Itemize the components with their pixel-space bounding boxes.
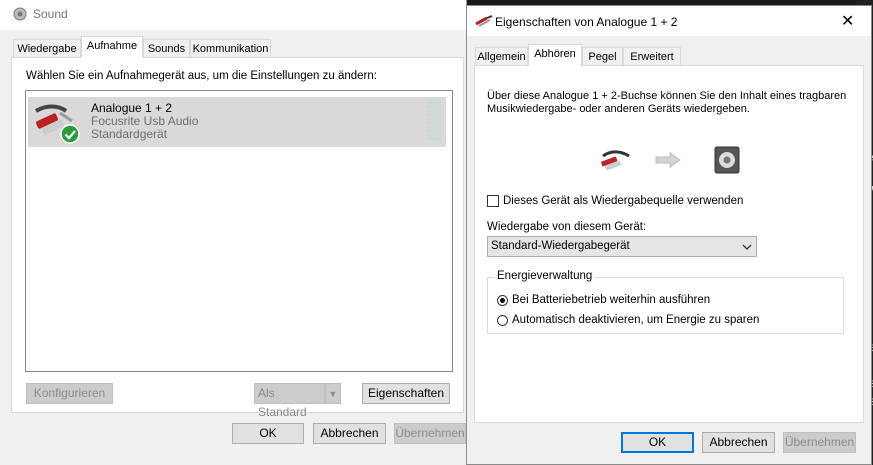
tab-allgemein[interactable]: Allgemein — [475, 47, 528, 66]
properties-window: Eigenschaften von Analogue 1 + 2 ✕ Allge… — [466, 5, 872, 465]
apply-button[interactable]: Übernehmen — [783, 432, 856, 453]
properties-titlebar[interactable]: Eigenschaften von Analogue 1 + 2 ✕ — [467, 6, 871, 36]
cable-icon — [475, 15, 493, 27]
power-group-label: Energieverwaltung — [494, 270, 596, 282]
speaker-icon — [13, 7, 27, 21]
window-title: Sound — [33, 7, 68, 21]
radio-auto-disable[interactable] — [497, 315, 508, 326]
device-list[interactable]: Analogue 1 + 2 Focusrite Usb Audio Stand… — [25, 90, 453, 372]
configure-button[interactable]: Konfigurieren — [26, 383, 113, 404]
ok-button[interactable]: OK — [232, 423, 304, 444]
level-meter — [427, 101, 441, 141]
use-as-playback-checkbox[interactable] — [487, 195, 499, 207]
cable-icon — [599, 148, 633, 171]
sound-titlebar[interactable]: Sound — [0, 0, 466, 30]
device-name: Analogue 1 + 2 — [91, 101, 173, 115]
device-status: Standardgerät — [91, 127, 168, 141]
chevron-down-icon: ▼ — [328, 389, 338, 399]
device-driver: Focusrite Usb Audio — [91, 114, 199, 128]
radio-keep-running-label: Bei Batteriebetrieb weiterhin ausführen — [512, 294, 711, 306]
close-icon[interactable]: ✕ — [841, 11, 854, 31]
tab-kommunikation[interactable]: Kommunikation — [190, 39, 271, 58]
list-item[interactable]: Analogue 1 + 2 Focusrite Usb Audio Stand… — [28, 97, 446, 147]
sound-window: Sound Wiedergabe Aufnahme Sounds Kommuni… — [0, 0, 467, 465]
arrow-right-icon — [655, 152, 681, 168]
ok-button[interactable]: OK — [621, 432, 694, 453]
tab-abhoeren[interactable]: Abhören — [528, 44, 582, 66]
playback-label: Wiedergabe von diesem Gerät: — [487, 221, 647, 233]
tab-aufnahme[interactable]: Aufnahme — [81, 36, 143, 58]
tab-sounds[interactable]: Sounds — [143, 39, 190, 58]
default-check-icon — [60, 124, 80, 144]
cancel-button[interactable]: Abbrechen — [313, 423, 386, 444]
checkbox-label: Dieses Gerät als Wiedergabequelle verwen… — [503, 195, 744, 207]
properties-title: Eigenschaften von Analogue 1 + 2 — [495, 15, 678, 29]
chevron-down-icon — [742, 240, 752, 250]
speaker-icon — [713, 145, 741, 175]
tab-wiedergabe[interactable]: Wiedergabe — [13, 39, 81, 58]
properties-button[interactable]: Eigenschaften — [362, 383, 450, 404]
instruction-text: Wählen Sie ein Aufnahmegerät aus, um die… — [26, 70, 377, 82]
radio-keep-running[interactable] — [497, 295, 508, 306]
description-text: Über diese Analogue 1 + 2-Buchse können … — [487, 90, 847, 115]
set-default-button[interactable]: Als Standard — [254, 383, 325, 419]
tab-pegel[interactable]: Pegel — [582, 47, 623, 66]
tab-erweitert[interactable]: Erweitert — [623, 47, 681, 66]
apply-button[interactable]: Übernehmen — [394, 423, 466, 444]
cancel-button[interactable]: Abbrechen — [702, 432, 775, 453]
radio-auto-disable-label: Automatisch deaktivieren, um Energie zu … — [512, 314, 760, 326]
tab-panel: Über diese Analogue 1 + 2-Buchse können … — [474, 65, 864, 423]
set-default-dropdown[interactable]: ▼ — [325, 383, 341, 404]
tab-panel: Wählen Sie ein Aufnahmegerät aus, um die… — [11, 57, 464, 419]
playback-device-value: Standard-Wiedergabegerät — [491, 240, 630, 252]
playback-device-select[interactable]: Standard-Wiedergabegerät — [487, 236, 757, 257]
